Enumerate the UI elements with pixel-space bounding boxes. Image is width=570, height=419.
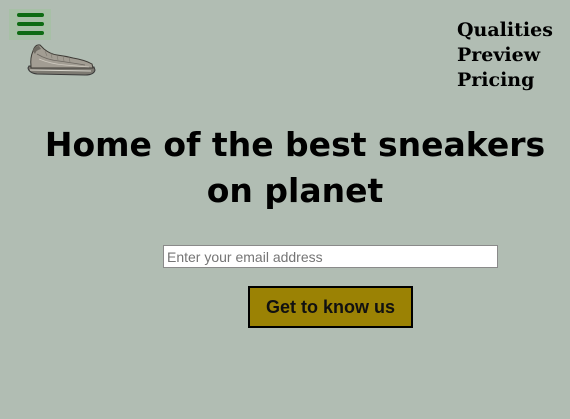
nav-link-qualities[interactable]: Qualities bbox=[457, 18, 553, 43]
top-nav: Qualities Preview Pricing bbox=[457, 18, 553, 93]
hamburger-menu-icon-bar bbox=[17, 31, 44, 35]
sneaker-logo-icon bbox=[27, 44, 96, 76]
get-to-know-us-button[interactable]: Get to know us bbox=[248, 286, 413, 328]
hero-headline: Home of the best sneakers on planet bbox=[44, 125, 546, 210]
nav-link-pricing[interactable]: Pricing bbox=[457, 68, 553, 93]
hamburger-menu-icon-bar bbox=[17, 22, 44, 26]
email-input[interactable] bbox=[163, 245, 498, 268]
hamburger-menu-icon-bar bbox=[17, 13, 44, 17]
menu-button[interactable] bbox=[9, 9, 51, 40]
nav-link-preview[interactable]: Preview bbox=[457, 43, 553, 68]
